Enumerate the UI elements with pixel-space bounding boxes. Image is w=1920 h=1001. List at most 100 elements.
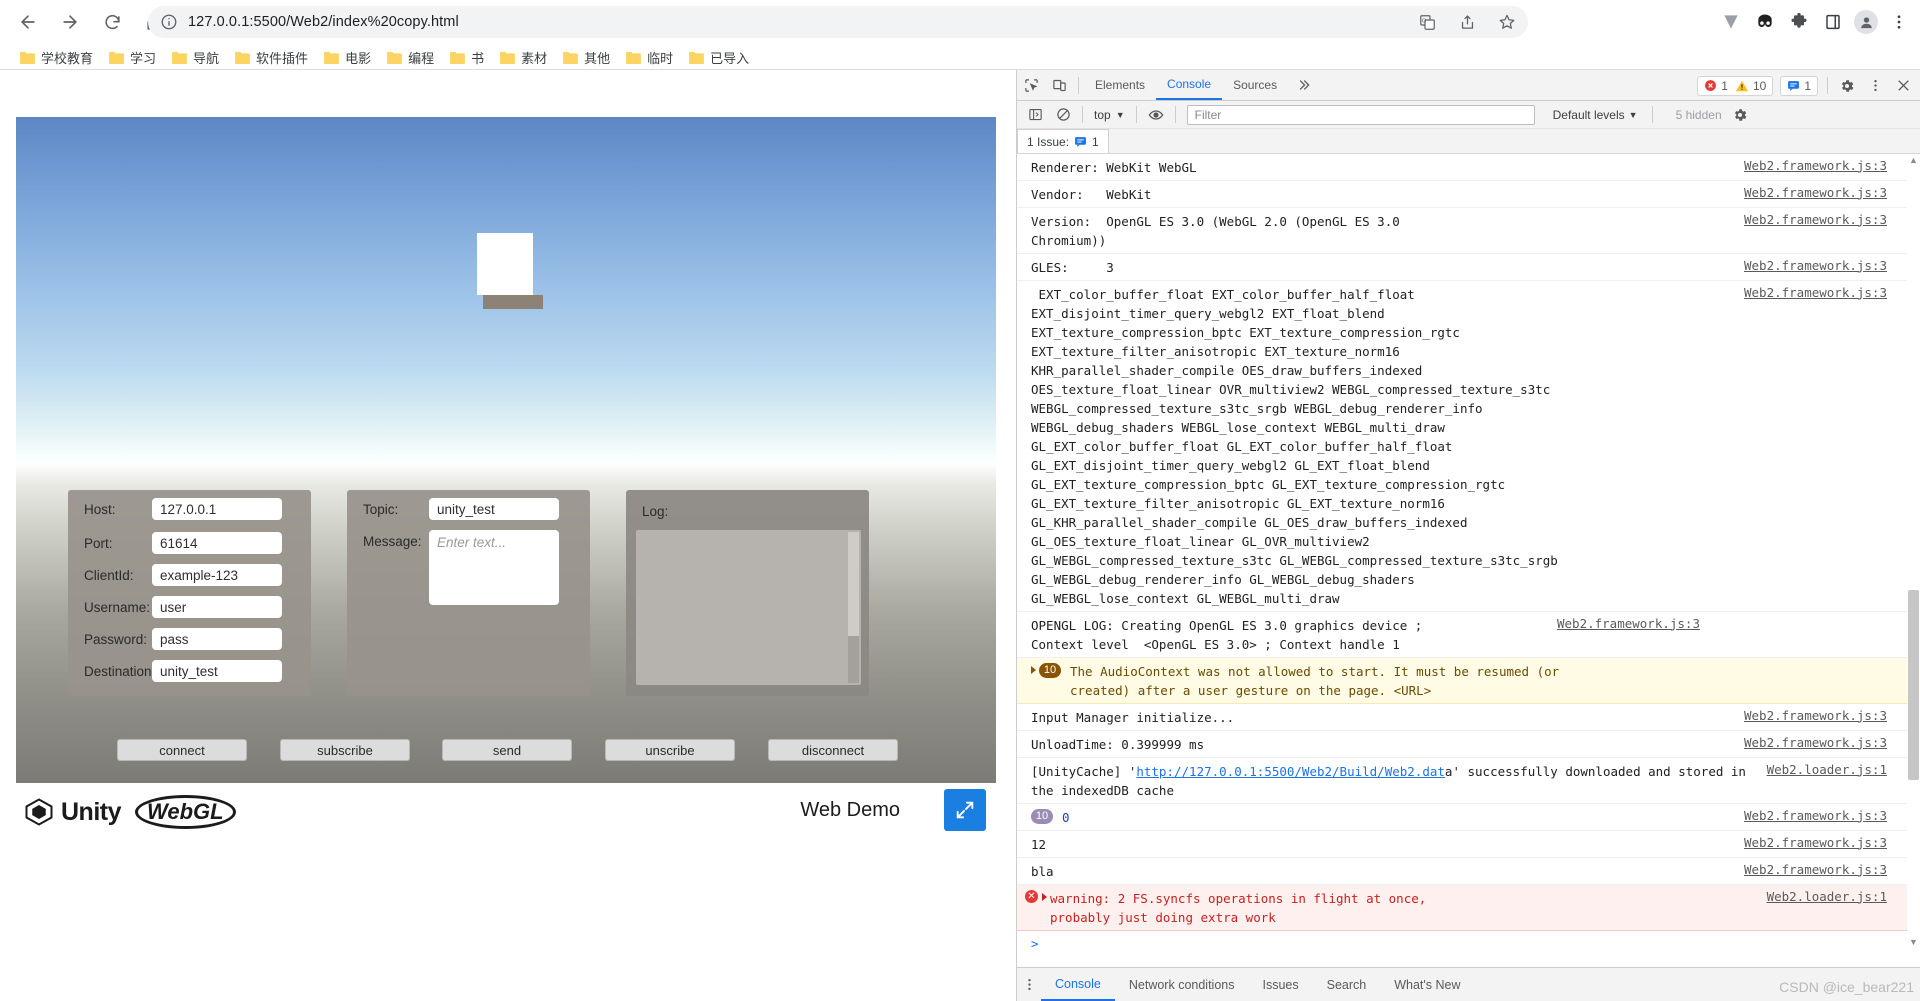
profile-avatar-icon[interactable] xyxy=(1854,10,1878,34)
bookmark-star-icon[interactable] xyxy=(1494,9,1520,35)
console-prompt[interactable]: > xyxy=(1017,931,1920,947)
expand-triangle-icon[interactable] xyxy=(1042,893,1047,901)
bookmark-item[interactable]: 书 xyxy=(442,45,492,69)
extension-dark-icon[interactable] xyxy=(1752,9,1778,35)
message-source-link[interactable]: Web2.framework.js:3 xyxy=(1744,285,1920,300)
clientid-input[interactable]: example-123 xyxy=(152,564,282,586)
message-source-link[interactable]: Web2.framework.js:3 xyxy=(1744,735,1920,754)
console-message-log[interactable]: 12 Web2.framework.js:3 xyxy=(1017,831,1920,858)
message-source-link[interactable]: Web2.framework.js:3 xyxy=(1744,258,1920,277)
send-button[interactable]: send xyxy=(442,739,572,761)
chevron-double-right-icon[interactable] xyxy=(1290,72,1318,98)
log-scrollbar-thumb[interactable] xyxy=(848,532,859,636)
message-source-link[interactable]: Web2.framework.js:3 xyxy=(1557,616,1734,631)
username-input[interactable]: user xyxy=(152,596,282,618)
console-scrollbar-thumb[interactable] xyxy=(1908,590,1919,780)
console-message-error[interactable]: ✕ warning: 2 FS.syncfs operations in fli… xyxy=(1017,885,1920,931)
connect-button[interactable]: connect xyxy=(117,739,247,761)
console-message-info[interactable]: 10 0 Web2.framework.js:3 xyxy=(1017,804,1920,831)
gear-icon[interactable] xyxy=(1833,73,1861,99)
console-sidebar-icon[interactable] xyxy=(1021,102,1049,128)
message-textarea[interactable]: Enter text... xyxy=(429,530,559,605)
topic-input[interactable]: unity_test xyxy=(429,498,559,520)
bookmark-item[interactable]: 导航 xyxy=(164,45,227,69)
console-message-log[interactable]: GLES: 3 Web2.framework.js:3 xyxy=(1017,254,1920,281)
bookmark-item[interactable]: 其他 xyxy=(555,45,618,69)
console-message-log-extensions[interactable]: EXT_color_buffer_float EXT_color_buffer_… xyxy=(1017,281,1920,612)
bookmark-item[interactable]: 学校教育 xyxy=(12,45,101,69)
unscribe-button[interactable]: unscribe xyxy=(605,739,735,761)
live-expression-eye-icon[interactable] xyxy=(1142,102,1170,128)
message-source-link[interactable]: Web2.framework.js:3 xyxy=(1744,158,1920,177)
console-message-log[interactable]: Renderer: WebKit WebGL Web2.framework.js… xyxy=(1017,154,1920,181)
password-input[interactable]: pass xyxy=(152,628,282,650)
message-source-link[interactable]: Web2.framework.js:3 xyxy=(1744,708,1920,727)
subscribe-button[interactable]: subscribe xyxy=(280,739,410,761)
toggle-device-toolbar-icon[interactable] xyxy=(1045,72,1073,98)
issues-chip[interactable]: 1 Issue: 1 xyxy=(1017,129,1109,153)
drawer-tab-network-conditions[interactable]: Network conditions xyxy=(1115,968,1249,1001)
drawer-tab-whats-new[interactable]: What's New xyxy=(1380,968,1474,1001)
kebab-menu-icon[interactable] xyxy=(1861,73,1889,99)
message-source-link[interactable]: Web2.framework.js:3 xyxy=(1744,212,1920,227)
console-filter-input[interactable]: Filter xyxy=(1187,105,1535,125)
expand-triangle-icon[interactable] xyxy=(1031,666,1036,674)
console-message-warning[interactable]: 10 The AudioContext was not allowed to s… xyxy=(1017,658,1920,704)
inspect-element-icon[interactable] xyxy=(1017,72,1045,98)
error-warning-counts[interactable]: 1 10 xyxy=(1697,76,1773,96)
reload-icon[interactable] xyxy=(94,4,130,40)
message-source-link[interactable]: Web2.loader.js:1 xyxy=(1767,889,1920,904)
destination-input[interactable]: unity_test xyxy=(152,660,282,682)
warning-group-gutter[interactable]: 10 xyxy=(1031,662,1070,700)
console-settings-gear-icon[interactable] xyxy=(1732,107,1748,123)
console-message-log[interactable]: UnloadTime: 0.399999 ms Web2.framework.j… xyxy=(1017,731,1920,758)
tab-sources[interactable]: Sources xyxy=(1222,70,1288,100)
bookmark-item[interactable]: 电影 xyxy=(316,45,379,69)
bookmark-item[interactable]: 学习 xyxy=(101,45,164,69)
bookmark-item[interactable]: 软件插件 xyxy=(227,45,316,69)
console-scrollbar-track[interactable]: ▲ ▼ xyxy=(1907,154,1920,947)
console-message-list[interactable]: Renderer: WebKit WebGL Web2.framework.js… xyxy=(1017,154,1920,947)
issues-message-count[interactable]: 1 xyxy=(1780,76,1818,96)
scroll-up-arrow-icon[interactable]: ▲ xyxy=(1908,154,1919,165)
message-source-link[interactable]: Web2.framework.js:3 xyxy=(1744,808,1920,827)
drawer-tab-issues[interactable]: Issues xyxy=(1248,968,1312,1001)
close-icon[interactable] xyxy=(1889,73,1917,99)
bookmark-item[interactable]: 素材 xyxy=(492,45,555,69)
kebab-menu-icon[interactable] xyxy=(1886,9,1912,35)
message-source-link[interactable]: Web2.framework.js:3 xyxy=(1744,185,1920,204)
port-input[interactable]: 61614 xyxy=(152,532,282,554)
translate-icon[interactable]: G xyxy=(1414,9,1440,35)
console-message-unitycache[interactable]: [UnityCache] 'http://127.0.0.1:5500/Web2… xyxy=(1017,758,1920,804)
bookmark-item[interactable]: 编程 xyxy=(379,45,442,69)
console-message-log[interactable]: Vendor: WebKit Web2.framework.js:3 xyxy=(1017,181,1920,208)
page-info-icon[interactable] xyxy=(160,13,178,31)
puzzle-extension-icon[interactable] xyxy=(1786,9,1812,35)
console-message-log[interactable]: Version: OpenGL ES 3.0 (WebGL 2.0 (OpenG… xyxy=(1017,208,1920,254)
disconnect-button[interactable]: disconnect xyxy=(768,739,898,761)
console-message-log[interactable]: bla Web2.framework.js:3 xyxy=(1017,858,1920,885)
forward-arrow-icon[interactable] xyxy=(52,4,88,40)
bookmark-item[interactable]: 已导入 xyxy=(681,45,757,69)
message-source-link[interactable]: Web2.loader.js:1 xyxy=(1767,762,1920,777)
fullscreen-button[interactable] xyxy=(944,789,986,831)
console-context-selector[interactable]: top ▼ xyxy=(1088,105,1131,125)
drawer-tab-search[interactable]: Search xyxy=(1313,968,1381,1001)
host-input[interactable]: 127.0.0.1 xyxy=(152,498,282,520)
console-message-log[interactable]: Input Manager initialize... Web2.framewo… xyxy=(1017,704,1920,731)
scroll-down-arrow-icon[interactable]: ▼ xyxy=(1908,936,1919,947)
console-message-log[interactable]: OPENGL LOG: Creating OpenGL ES 3.0 graph… xyxy=(1017,612,1920,658)
tab-elements[interactable]: Elements xyxy=(1084,70,1156,100)
share-icon[interactable] xyxy=(1454,9,1480,35)
back-arrow-icon[interactable] xyxy=(10,4,46,40)
drawer-kebab-menu-icon[interactable] xyxy=(1017,977,1041,992)
console-log-levels-selector[interactable]: Default levels ▼ xyxy=(1553,108,1638,122)
tab-console[interactable]: Console xyxy=(1156,70,1222,100)
drawer-tab-console[interactable]: Console xyxy=(1041,968,1115,1001)
unity-webgl-canvas[interactable]: Host: 127.0.0.1 Port: 61614 ClientId: ex… xyxy=(16,117,996,783)
side-panel-icon[interactable] xyxy=(1820,9,1846,35)
address-bar[interactable]: 127.0.0.1:5500/Web2/index%20copy.html G xyxy=(148,6,1528,38)
vimium-extension-icon[interactable] xyxy=(1718,9,1744,35)
clear-console-icon[interactable] xyxy=(1049,102,1077,128)
bookmark-item[interactable]: 临时 xyxy=(618,45,681,69)
